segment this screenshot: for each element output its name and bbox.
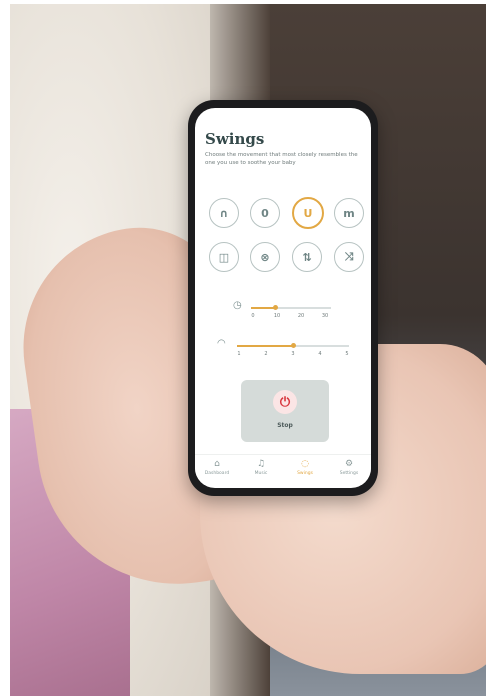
tab-swings[interactable]: ◌ Swings (285, 459, 325, 476)
bounce-motion-icon: ⊗ (260, 250, 270, 264)
mode-button-3[interactable]: U (292, 197, 324, 229)
speed-track-fill (237, 345, 293, 347)
power-icon: ⏻ (273, 390, 297, 414)
wave-motion-icon: m (343, 206, 355, 220)
page-subtitle: Choose the movement that most closely re… (205, 152, 358, 166)
stop-label: Stop (277, 422, 293, 429)
swings-icon: ◌ (301, 459, 309, 469)
sway-motion-icon: ◫ (218, 250, 230, 264)
mode-button-6[interactable]: ⊗ (250, 242, 280, 272)
updown-motion-icon: ⇅ (302, 250, 312, 264)
tab-label: Swings (297, 471, 313, 476)
timer-track-fill (251, 307, 275, 309)
app-screen: Swings Choose the movement that most clo… (195, 108, 371, 488)
clock-icon: ◷ (233, 300, 242, 311)
speed-tick: 2 (264, 351, 268, 357)
stop-button[interactable]: ⏻ Stop (241, 380, 329, 442)
loop-motion-icon: 0 (261, 206, 269, 220)
speed-gauge-icon: ◠ (217, 338, 226, 349)
gear-icon: ⚙ (344, 459, 354, 469)
timer-tick: 0 (251, 313, 255, 319)
tab-label: Music (254, 471, 268, 476)
timer-tick: 30 (321, 313, 329, 319)
speed-tick: 3 (291, 351, 295, 357)
speed-tick: 1 (237, 351, 241, 357)
tab-label: Settings (339, 471, 359, 476)
mode-button-5[interactable]: ◫ (209, 242, 239, 272)
mode-button-8[interactable]: ⤨ (334, 242, 364, 272)
mode-button-7[interactable]: ⇅ (292, 242, 322, 272)
tab-dashboard[interactable]: ⌂ Dashboard (197, 459, 237, 476)
smartphone: Swings Choose the movement that most clo… (188, 100, 378, 496)
speed-tick: 5 (345, 351, 349, 357)
arch-motion-icon: ∩ (219, 206, 229, 220)
timer-slider-knob[interactable] (273, 305, 278, 310)
speed-tick: 4 (318, 351, 322, 357)
music-icon: ♫ (256, 459, 266, 469)
speed-slider-knob[interactable] (291, 343, 296, 348)
timer-tick: 20 (297, 313, 305, 319)
tab-bar: ⌂ Dashboard ♫ Music ◌ Swings ⚙ Settings (195, 454, 371, 485)
mode-button-4[interactable]: m (334, 198, 364, 228)
u-swing-icon: U (303, 206, 313, 220)
shuffle-icon: ⤨ (344, 250, 354, 263)
tab-label: Dashboard (204, 471, 230, 476)
home-icon: ⌂ (214, 459, 220, 469)
timer-tick: 10 (273, 313, 281, 319)
page-title: Swings (205, 130, 265, 148)
tab-music[interactable]: ♫ Music (241, 459, 281, 476)
tab-settings[interactable]: ⚙ Settings (329, 459, 369, 476)
mode-button-1[interactable]: ∩ (209, 198, 239, 228)
mode-button-2[interactable]: 0 (250, 198, 280, 228)
